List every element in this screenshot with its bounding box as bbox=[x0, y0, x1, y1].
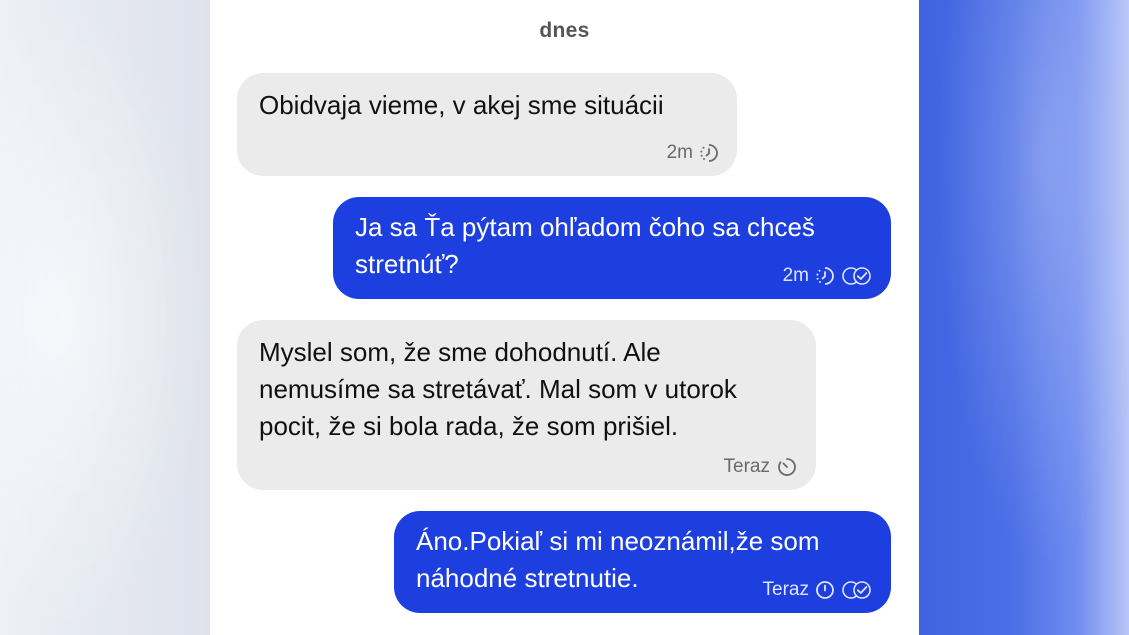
double-check-icon bbox=[841, 580, 873, 600]
sending-clock-icon bbox=[815, 266, 835, 286]
message-meta: 2m bbox=[667, 142, 719, 164]
timer-icon bbox=[776, 456, 798, 478]
message-text: Obidvaja vieme, v akej sme situácii bbox=[259, 90, 664, 120]
background-right-blur bbox=[919, 0, 1129, 635]
message-time: Teraz bbox=[762, 579, 809, 600]
message-meta: 2m bbox=[783, 265, 873, 287]
double-check-icon bbox=[841, 266, 873, 286]
sending-clock-icon bbox=[699, 143, 719, 163]
message-bubble-incoming[interactable]: Myslel som, že sme dohodnutí. Ale nemusí… bbox=[237, 320, 816, 490]
message-meta: Teraz bbox=[763, 579, 873, 601]
message-time: 2m bbox=[782, 265, 809, 286]
background-left-blur bbox=[0, 0, 210, 635]
message-text: Myslel som, že sme dohodnutí. Ale nemusí… bbox=[259, 337, 737, 441]
message-meta: Teraz bbox=[724, 456, 798, 478]
chat-thread[interactable]: dnes Obidvaja vieme, v akej sme situácii… bbox=[210, 0, 919, 635]
message-bubble-outgoing[interactable]: Áno.Pokiaľ si mi neoznámil,že som náhodn… bbox=[394, 511, 891, 613]
message-bubble-incoming[interactable]: Obidvaja vieme, v akej sme situácii 2m bbox=[237, 73, 737, 176]
date-separator: dnes bbox=[539, 19, 590, 42]
message-time: 2m bbox=[666, 142, 693, 163]
clock-icon bbox=[815, 580, 835, 600]
message-time: Teraz bbox=[723, 456, 770, 477]
message-bubble-outgoing[interactable]: Ja sa Ťa pýtam ohľadom čoho sa chceš str… bbox=[333, 197, 891, 299]
